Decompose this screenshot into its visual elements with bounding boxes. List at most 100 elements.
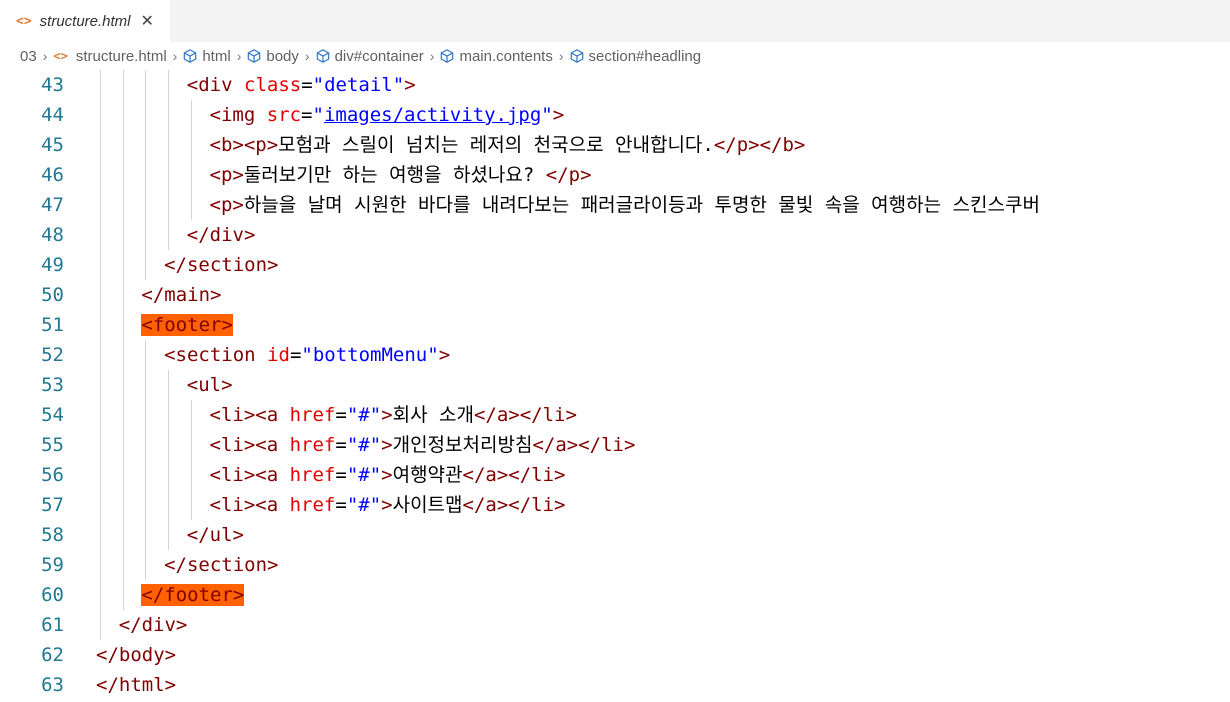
bracket-match-highlight: <footer> <box>141 314 233 336</box>
code-content: </div> <box>119 610 188 640</box>
symbol-class-icon <box>183 49 202 63</box>
indent-guide <box>190 490 192 520</box>
code-content: <li><a href="#">사이트맵</a></li> <box>210 490 566 520</box>
code-line[interactable]: 43 <div class="detail"> <box>0 70 1230 100</box>
symbol-class-icon <box>316 49 335 63</box>
breadcrumb-item[interactable]: div#container <box>316 48 424 65</box>
breadcrumb-item-label: main.contents <box>459 47 553 65</box>
code-line[interactable]: 47 <p>하늘을 날며 시원한 바다를 내려다보는 패러글라이등과 투명한 물빛… <box>0 190 1230 220</box>
line-number: 47 <box>41 194 64 216</box>
code-editor[interactable]: 43 <div class="detail"> 44 <img src="images… <box>0 70 1230 702</box>
line-number: 45 <box>41 134 64 156</box>
indent-guide <box>168 70 170 100</box>
code-line[interactable]: 59 </section> <box>0 550 1230 580</box>
code-token: </div> <box>118 614 188 636</box>
code-line[interactable]: 48 </div> <box>0 220 1230 250</box>
indent-guide <box>168 460 170 490</box>
code-token: </section> <box>164 254 279 276</box>
indent-guide <box>100 550 101 580</box>
line-number: 61 <box>41 614 64 636</box>
indent-guide <box>122 580 124 610</box>
code-token: </div> <box>186 224 256 246</box>
html-file-icon: <> <box>16 13 32 29</box>
code-token: </p> <box>545 164 592 186</box>
breadcrumb-item[interactable]: html <box>183 47 231 65</box>
code-line[interactable]: 52 <section id="bottomMenu"> <box>0 340 1230 370</box>
indent-guide <box>100 280 101 310</box>
breadcrumb-item-label: html <box>202 47 231 65</box>
code-line[interactable]: 49 </section> <box>0 250 1230 280</box>
indent-guide <box>122 460 124 490</box>
code-tokens: </body> <box>96 644 176 666</box>
code-line[interactable]: 58 </ul> <box>0 520 1230 550</box>
breadcrumb-file[interactable]: <> structure.html <box>53 48 166 65</box>
indent-guide <box>168 520 170 550</box>
code-token: "#" <box>346 464 382 486</box>
indent-guide <box>145 190 147 220</box>
indent-guide <box>145 220 147 250</box>
code-token: </a></li> <box>462 464 566 486</box>
breadcrumb-item-label: body <box>266 47 299 65</box>
code-token: > <box>552 104 565 126</box>
indent-guide <box>145 130 147 160</box>
code-content: <li><a href="#">개인정보처리방침</a></li> <box>210 430 636 460</box>
code-token: > <box>381 404 393 426</box>
code-line[interactable]: 62 </body> <box>0 640 1230 670</box>
code-line[interactable]: 50 </main> <box>0 280 1230 310</box>
code-line[interactable]: 44 <img src="images/activity.jpg"> <box>0 100 1230 130</box>
code-line[interactable]: 46 <p>둘러보기만 하는 여행을 하셨나요? </p> <box>0 160 1230 190</box>
tab-structure-html[interactable]: <> structure.html ✕ <box>0 0 170 42</box>
code-content: <div class="detail"> <box>187 70 416 100</box>
breadcrumb-root[interactable]: 03 <box>20 48 37 65</box>
code-line[interactable]: 63 </html> <box>0 670 1230 700</box>
code-line[interactable]: 55 <li><a href="#">개인정보처리방침</a></li> <box>0 430 1230 460</box>
indent-guide <box>122 190 124 220</box>
code-token: </html> <box>96 674 177 696</box>
code-token: </a></li> <box>473 404 577 426</box>
breadcrumb-item[interactable]: main.contents <box>440 47 553 65</box>
indent-guide <box>190 160 192 190</box>
indent-guide <box>168 370 170 400</box>
line-number: 50 <box>41 284 64 306</box>
chevron-right-icon: › <box>172 48 178 64</box>
indent-guide <box>122 490 124 520</box>
tab-bar: <> structure.html ✕ <box>0 0 1230 42</box>
indent-guide <box>145 370 147 400</box>
breadcrumb-item[interactable]: section#headling <box>570 47 702 65</box>
code-line[interactable]: 54 <li><a href="#">회사 소개</a></li> <box>0 400 1230 430</box>
breadcrumb-item-label: div#container <box>334 47 424 65</box>
code-line[interactable]: 61 </div> <box>0 610 1230 640</box>
code-line[interactable]: 57 <li><a href="#">사이트맵</a></li> <box>0 490 1230 520</box>
indent-guide <box>122 370 124 400</box>
indent-guide <box>190 460 192 490</box>
chevron-right-icon: › <box>236 48 242 64</box>
indent-guide <box>145 100 147 130</box>
code-line[interactable]: 53 <ul> <box>0 370 1230 400</box>
breadcrumb-item-label: section#headling <box>588 47 702 65</box>
indent-guide <box>145 460 147 490</box>
code-tokens: <b><p>모험과 스릴이 넘치는 레저의 천국으로 안내합니다.</p></b… <box>210 134 806 156</box>
code-line[interactable]: 60 </footer> <box>0 580 1230 610</box>
indent-guide <box>100 400 101 430</box>
indent-guide <box>145 490 147 520</box>
code-tokens: </div> <box>119 614 188 636</box>
code-token: > <box>381 434 393 456</box>
indent-guide <box>100 610 101 640</box>
code-line[interactable]: 51 <footer> <box>0 310 1230 340</box>
code-tokens: <section id="bottomMenu"> <box>164 344 450 366</box>
code-tokens: </section> <box>164 254 278 276</box>
code-line[interactable]: 56 <li><a href="#">여행약관</a></li> <box>0 460 1230 490</box>
code-line[interactable]: 45 <b><p>모험과 스릴이 넘치는 레저의 천국으로 안내합니다.</p><… <box>0 130 1230 160</box>
bracket-match-highlight: </footer> <box>141 584 245 606</box>
code-tokens: <img src="images/activity.jpg"> <box>210 104 565 126</box>
code-token: <section <box>164 344 256 366</box>
code-content: <section id="bottomMenu"> <box>164 340 450 370</box>
indent-guide <box>100 310 101 340</box>
indent-guide <box>122 340 124 370</box>
code-tokens: </html> <box>96 674 176 696</box>
breadcrumb-item[interactable]: body <box>247 48 299 65</box>
close-icon[interactable]: ✕ <box>141 11 154 31</box>
